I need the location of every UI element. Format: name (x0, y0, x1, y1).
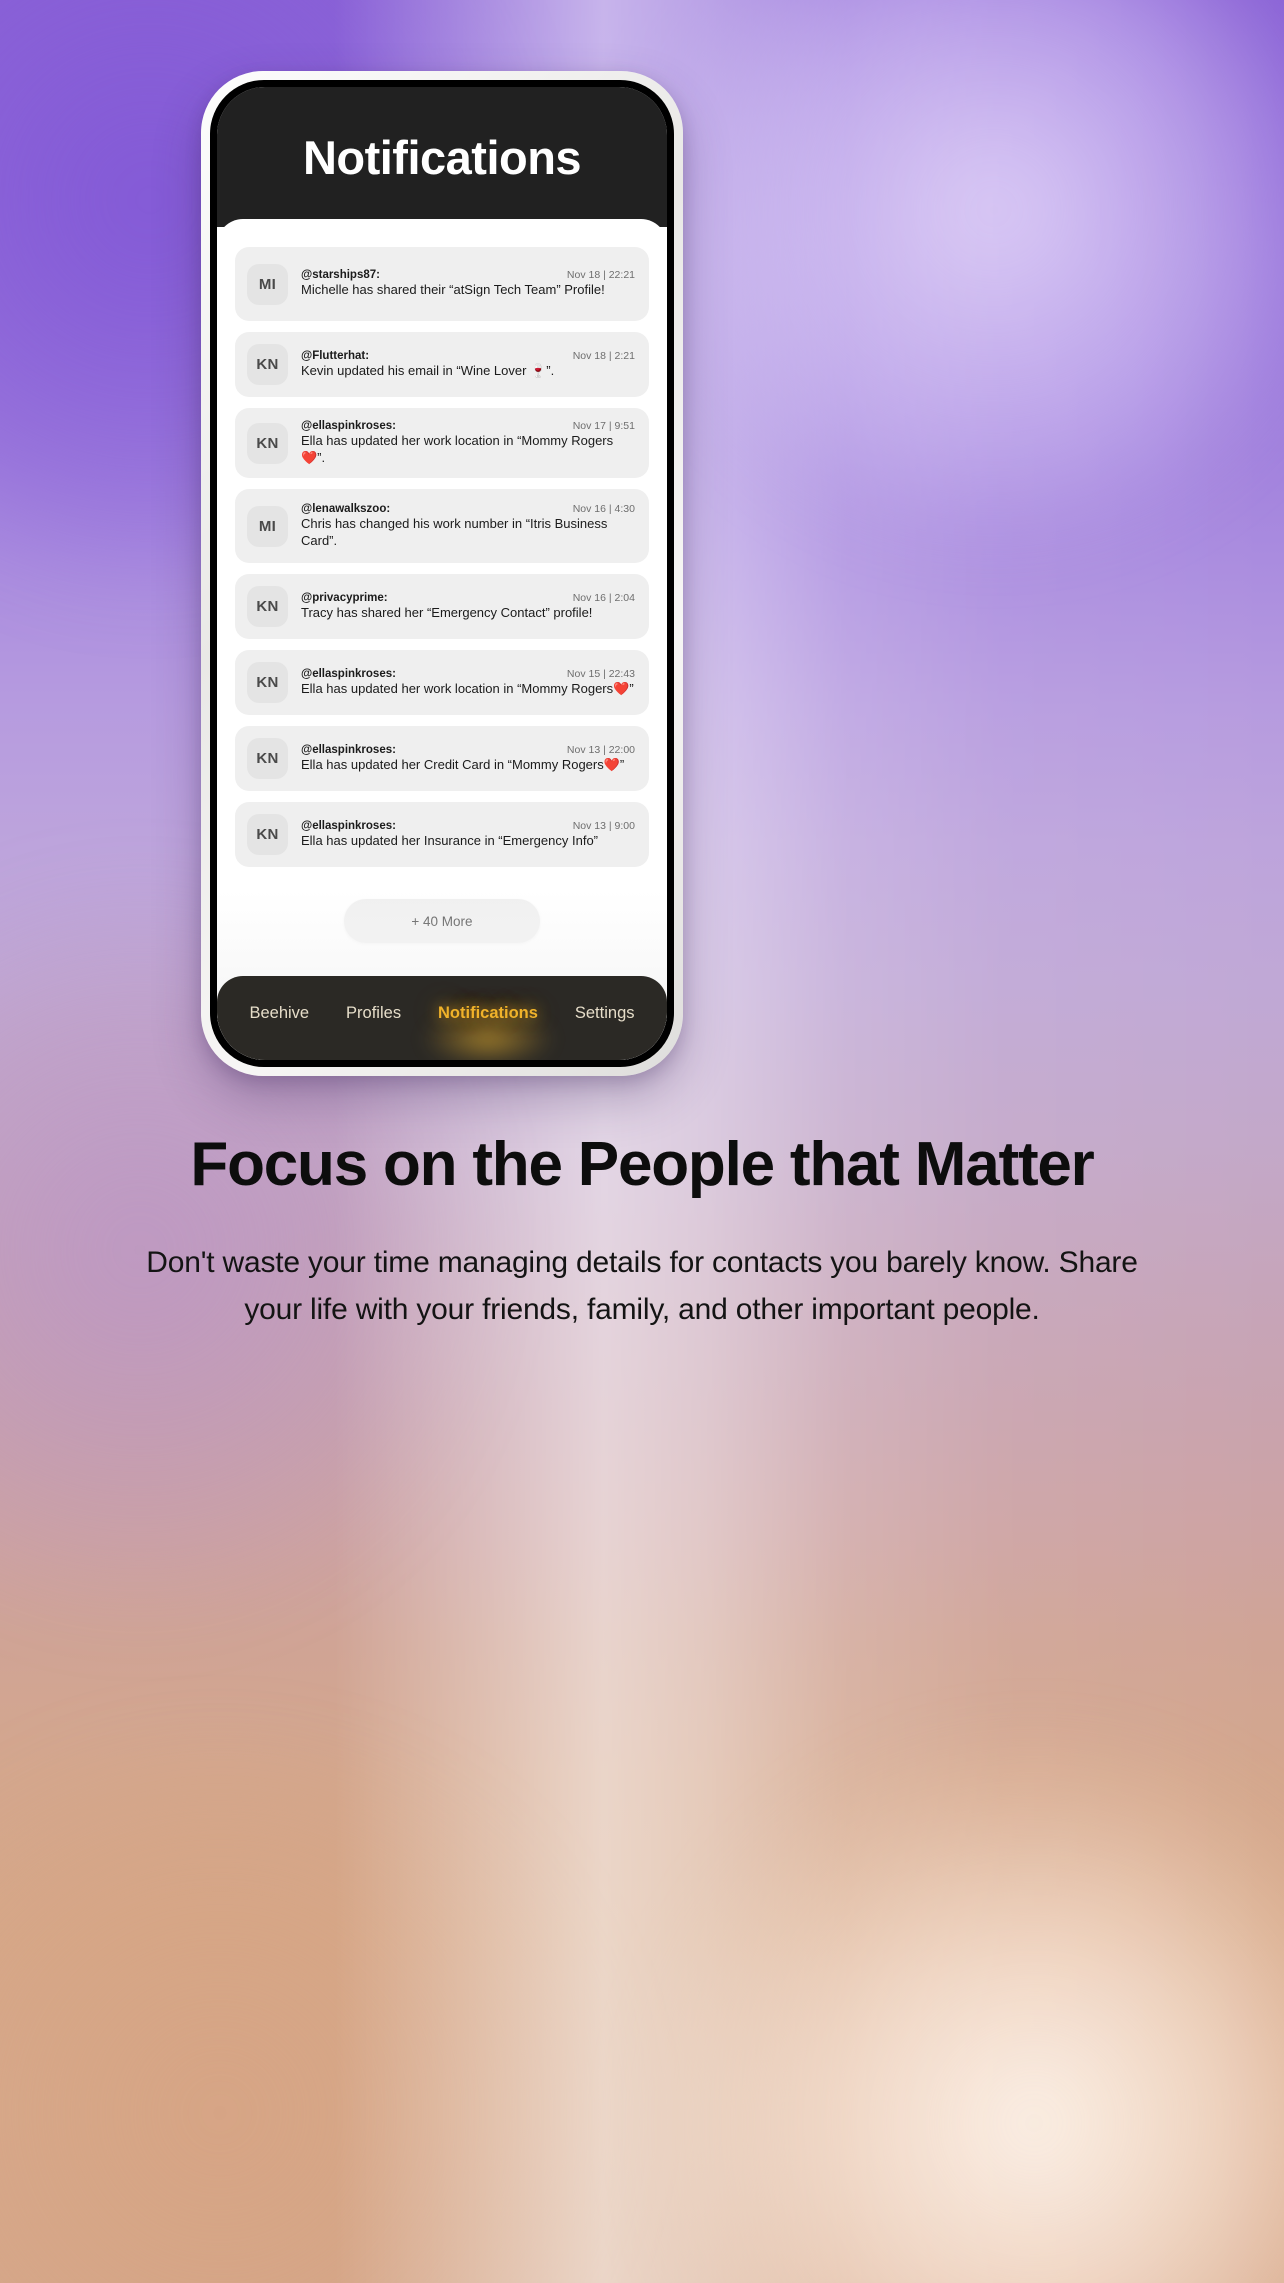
notification-meta-row: @privacyprime: Nov 16 | 2:04 (301, 592, 635, 604)
app-header: Notifications (217, 87, 667, 227)
tab-notifications[interactable]: Notifications (436, 1000, 540, 1027)
notification-message: Ella has updated her work location in “M… (301, 433, 614, 465)
notification-handle: @starships87: (301, 269, 380, 282)
notification-body: @privacyprime: Nov 16 | 2:04 Tracy has sha… (301, 592, 635, 622)
notification-handle: @ellaspinkroses: (301, 420, 396, 432)
marketing-headline: Focus on the People that Matter (190, 1130, 1094, 1199)
avatar: MI (247, 263, 288, 305)
content-sheet: MI @starships87: Nov 18 | 22:21 Michelle ha… (217, 219, 667, 1060)
notification-meta-row: @lenawalkszoo: Nov 16 | 4:30 (301, 503, 635, 515)
notification-message: Tracy has shared her “Emergency Contact”… (301, 604, 593, 620)
load-more-button[interactable]: + 40 More (344, 899, 540, 944)
phone-bezel: Notifications MI @starships87: Nov 18 | 22… (210, 80, 674, 1067)
phone-mockup: Notifications MI @starships87: Nov 18 | 22… (201, 71, 683, 1076)
notification-handle: @ellaspinkroses: (301, 743, 396, 756)
caption-block: Focus on the People that Matter Don't wa… (0, 1125, 1284, 1334)
notification-handle: @privacyprime: (301, 591, 388, 604)
notification-item[interactable]: KN @ellaspinkroses: Nov 13 | 9:00 Ella has … (235, 802, 649, 868)
tab-profiles[interactable]: Profiles (344, 1000, 403, 1027)
notification-meta-row: @ellaspinkroses: Nov 13 | 22:00 (301, 744, 635, 756)
notification-handle: @lenawalkszoo: (301, 503, 391, 516)
notification-timestamp: Nov 18 | 22:21 (566, 269, 635, 282)
notification-body: @ellaspinkroses: Nov 17 | 9:51 Ella has up… (301, 420, 635, 466)
avatar: KN (247, 344, 288, 385)
notification-meta-row: @ellaspinkroses: Nov 17 | 9:51 (301, 420, 635, 432)
notification-timestamp: Nov 13 | 9:00 (572, 819, 635, 832)
notification-timestamp: Nov 18 | 2:21 (572, 349, 635, 362)
phone-screen: Notifications MI @starships87: Nov 18 | 22… (217, 87, 667, 1060)
notification-timestamp: Nov 16 | 2:04 (572, 591, 635, 604)
notification-item[interactable]: KN @ellaspinkroses: Nov 17 | 9:51 Ella has … (235, 408, 649, 479)
notification-message: Chris has changed his work number in “It… (301, 516, 608, 548)
avatar: KN (247, 738, 288, 780)
tab-settings[interactable]: Settings (573, 1000, 637, 1027)
phone-frame: Notifications MI @starships87: Nov 18 | 22… (201, 71, 683, 1076)
notification-body: @ellaspinkroses: Nov 13 | 22:00 Ella has u… (301, 744, 635, 774)
notification-body: @starships87: Nov 18 | 22:21 Michelle has … (301, 269, 635, 299)
notification-meta-row: @Flutterhat: Nov 18 | 2:21 (301, 350, 635, 362)
notification-item[interactable]: KN @Flutterhat: Nov 18 | 2:21 Kevin updated… (235, 332, 649, 397)
notification-timestamp: Nov 15 | 22:43 (566, 667, 635, 680)
notification-timestamp: Nov 16 | 4:30 (572, 503, 635, 516)
avatar: KN (247, 586, 288, 628)
notification-timestamp: Nov 17 | 9:51 (572, 420, 635, 432)
notification-item[interactable]: KN @ellaspinkroses: Nov 15 | 22:43 Ella has… (235, 650, 649, 716)
tab-beehive[interactable]: Beehive (247, 1000, 311, 1027)
avatar: MI (247, 505, 288, 547)
notification-item[interactable]: MI @lenawalkszoo: Nov 16 | 4:30 Chris has c… (235, 489, 649, 564)
notification-message: Ella has updated her work location in “M… (301, 680, 634, 696)
notification-body: @ellaspinkroses: Nov 15 | 22:43 Ella has u… (301, 668, 635, 698)
notification-message: Kevin updated his email in “Wine Lover 🍷… (301, 362, 555, 378)
notification-meta-row: @ellaspinkroses: Nov 13 | 9:00 (301, 820, 635, 832)
notification-message: Ella has updated her Insurance in “Emerg… (301, 832, 599, 848)
avatar: KN (247, 814, 288, 856)
notification-handle: @ellaspinkroses: (301, 667, 396, 680)
notification-item[interactable]: MI @starships87: Nov 18 | 22:21 Michelle ha… (235, 247, 649, 321)
marketing-subcopy: Don't waste your time managing details f… (146, 1246, 1138, 1327)
notification-body: @lenawalkszoo: Nov 16 | 4:30 Chris has cha… (301, 503, 635, 549)
notification-item[interactable]: KN @privacyprime: Nov 16 | 2:04 Tracy has s… (235, 574, 649, 640)
bottom-tab-bar: Beehive Profiles Notifications Settings (217, 976, 667, 1060)
notification-message: Ella has updated her Credit Card in “Mom… (301, 756, 625, 772)
notification-handle: @ellaspinkroses: (301, 819, 396, 832)
notification-handle: @Flutterhat: (301, 349, 370, 362)
notification-meta-row: @ellaspinkroses: Nov 15 | 22:43 (301, 668, 635, 680)
notification-message: Michelle has shared their “atSign Tech T… (301, 282, 605, 298)
page-title: Notifications (302, 130, 582, 184)
notification-body: @ellaspinkroses: Nov 13 | 9:00 Ella has up… (301, 820, 635, 850)
notification-meta-row: @starships87: Nov 18 | 22:21 (301, 269, 635, 281)
notification-body: @Flutterhat: Nov 18 | 2:21 Kevin updated h… (301, 350, 635, 380)
notification-timestamp: Nov 13 | 22:00 (566, 743, 635, 756)
avatar: KN (247, 662, 288, 704)
notification-list: MI @starships87: Nov 18 | 22:21 Michelle ha… (217, 219, 667, 868)
notification-item[interactable]: KN @ellaspinkroses: Nov 13 | 22:00 Ella has… (235, 726, 649, 792)
avatar: KN (247, 422, 288, 464)
